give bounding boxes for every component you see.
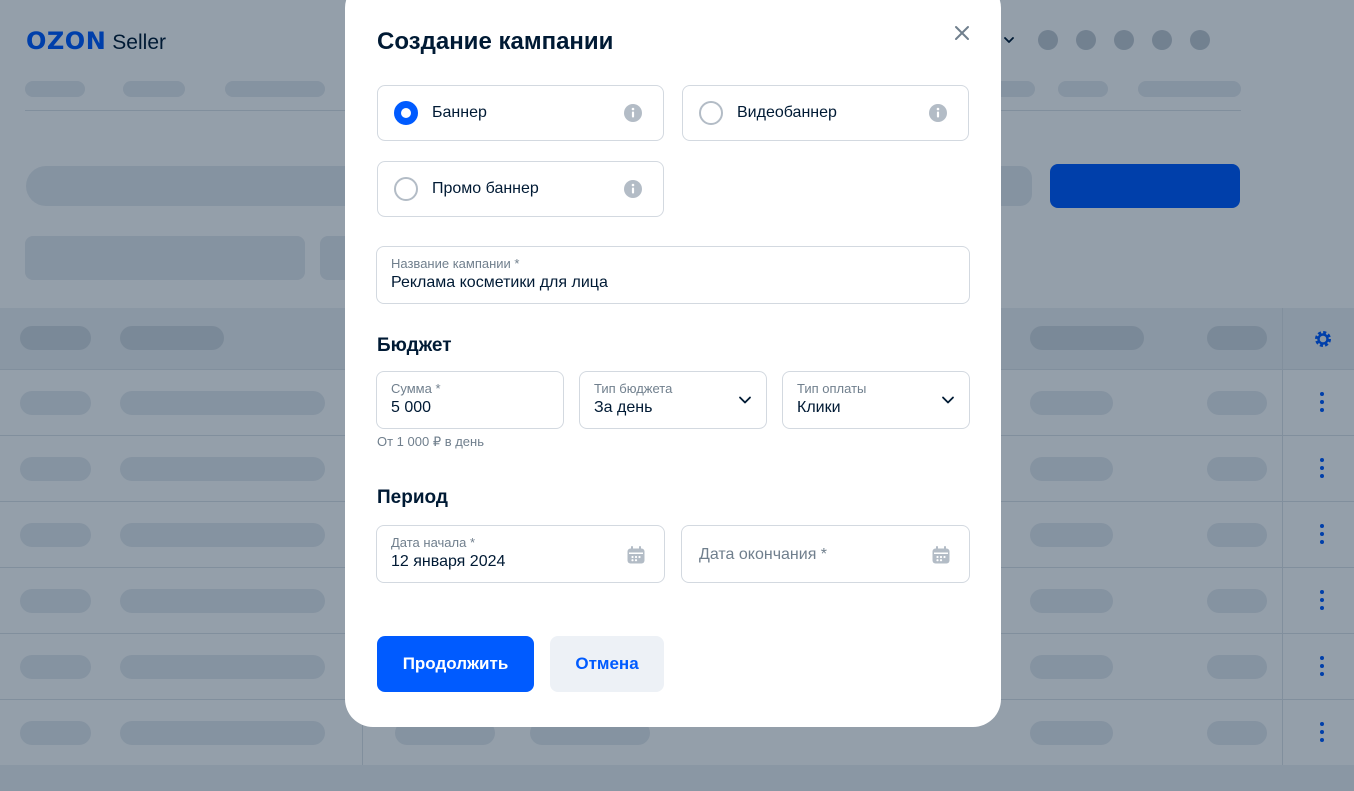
amount-hint: От 1 000 ₽ в день bbox=[377, 434, 484, 449]
amount-label: Сумма * bbox=[391, 381, 441, 396]
radio-unselected[interactable] bbox=[699, 101, 723, 125]
info-icon[interactable] bbox=[623, 103, 643, 123]
budget-type-value: За день bbox=[594, 399, 653, 416]
close-icon[interactable] bbox=[951, 22, 973, 44]
payment-type-value: Клики bbox=[797, 399, 841, 416]
period-section-title: Период bbox=[377, 487, 448, 508]
cancel-button[interactable]: Отмена bbox=[550, 636, 664, 692]
start-date-field[interactable]: Дата начала * 12 января 2024 bbox=[376, 525, 665, 583]
payment-type-label: Тип оплаты bbox=[797, 381, 867, 396]
type-option-label: Видеобаннер bbox=[737, 104, 837, 121]
continue-button[interactable]: Продолжить bbox=[377, 636, 534, 692]
chevron-down-icon[interactable] bbox=[738, 393, 752, 407]
modal-title: Создание кампании bbox=[377, 28, 614, 55]
radio-unselected[interactable] bbox=[394, 177, 418, 201]
amount-field[interactable]: Сумма * 5 000 bbox=[376, 371, 564, 429]
type-option-label: Баннер bbox=[432, 104, 487, 121]
calendar-icon[interactable] bbox=[931, 545, 951, 565]
end-date-placeholder: Дата окончания * bbox=[699, 546, 828, 563]
type-option-promo-banner[interactable]: Промо баннер bbox=[377, 161, 664, 217]
campaign-name-field[interactable]: Название кампании * Реклама косметики дл… bbox=[376, 246, 970, 304]
amount-value[interactable]: 5 000 bbox=[391, 399, 431, 417]
type-option-videobanner[interactable]: Видеобаннер bbox=[682, 85, 969, 141]
radio-selected[interactable] bbox=[394, 101, 418, 125]
info-icon[interactable] bbox=[623, 179, 643, 199]
type-option-label: Промо баннер bbox=[432, 180, 539, 197]
payment-type-select[interactable]: Тип оплаты Клики bbox=[782, 371, 970, 429]
info-icon[interactable] bbox=[928, 103, 948, 123]
campaign-name-label: Название кампании * bbox=[391, 256, 520, 271]
budget-type-select[interactable]: Тип бюджета За день bbox=[579, 371, 767, 429]
create-campaign-modal: Создание кампании Баннер Видеобаннер Про… bbox=[345, 0, 1001, 727]
type-option-banner[interactable]: Баннер bbox=[377, 85, 664, 141]
calendar-icon[interactable] bbox=[626, 545, 646, 565]
budget-section-title: Бюджет bbox=[377, 335, 452, 356]
budget-type-label: Тип бюджета bbox=[594, 381, 673, 396]
start-date-label: Дата начала * bbox=[391, 535, 476, 550]
end-date-field[interactable]: Дата окончания * bbox=[681, 525, 970, 583]
campaign-name-value[interactable]: Реклама косметики для лица bbox=[391, 274, 608, 292]
chevron-down-icon[interactable] bbox=[941, 393, 955, 407]
start-date-value[interactable]: 12 января 2024 bbox=[391, 553, 505, 571]
